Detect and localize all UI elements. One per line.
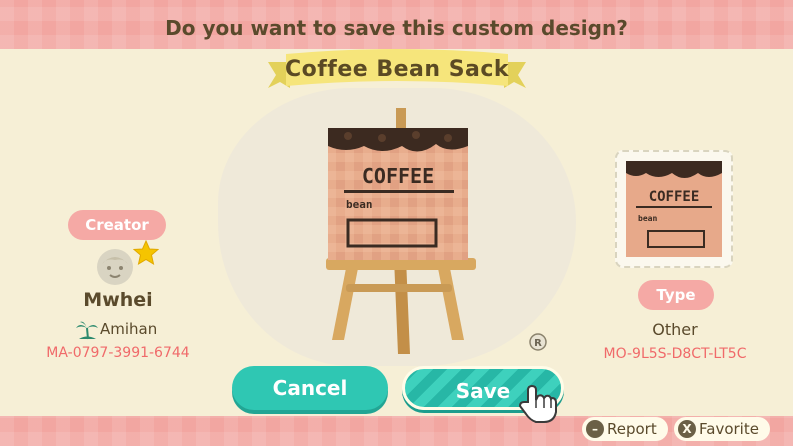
svg-text:R: R — [534, 338, 542, 349]
type-value: Other — [652, 320, 698, 339]
report-hint[interactable]: – Report — [582, 417, 668, 441]
report-label: Report — [607, 420, 657, 438]
island-name: Amihan — [100, 320, 158, 338]
creator-code: MA-0797-3991-6744 — [46, 345, 190, 361]
design-title: Coffee Bean Sack — [284, 57, 510, 82]
save-prompt: Do you want to save this custom design? — [165, 16, 628, 40]
type-label: Type — [638, 280, 714, 310]
star-icon — [133, 240, 159, 266]
minus-button-icon: – — [586, 420, 604, 438]
registered-icon: R — [529, 333, 547, 351]
favorite-hint[interactable]: X Favorite — [674, 417, 770, 441]
easel-with-design: COFFEE bean — [326, 108, 476, 354]
villager-avatar-icon — [97, 249, 133, 285]
design-thumbnail-frame: COFFEE bean — [615, 150, 733, 268]
thumb-coffee-text: COFFEE — [649, 189, 700, 205]
design-thumbnail: COFFEE bean — [626, 161, 722, 257]
x-button-icon: X — [678, 420, 696, 438]
favorite-label: Favorite — [699, 420, 759, 438]
art-bean-text: bean — [346, 198, 373, 211]
creator-label: Creator — [68, 210, 166, 240]
island-palm-icon — [76, 321, 98, 340]
creator-island: Amihan — [68, 320, 188, 340]
pointer-hand-icon — [518, 384, 557, 423]
title-banner: Coffee Bean Sack — [268, 48, 526, 94]
art-coffee-text: COFFEE — [362, 164, 434, 188]
cancel-button[interactable]: Cancel — [232, 366, 388, 410]
thumb-bean-text: bean — [638, 214, 657, 223]
design-code: MO-9L5S-D8CT-LT5C — [603, 346, 747, 362]
creator-name: Mwhei — [83, 289, 153, 311]
